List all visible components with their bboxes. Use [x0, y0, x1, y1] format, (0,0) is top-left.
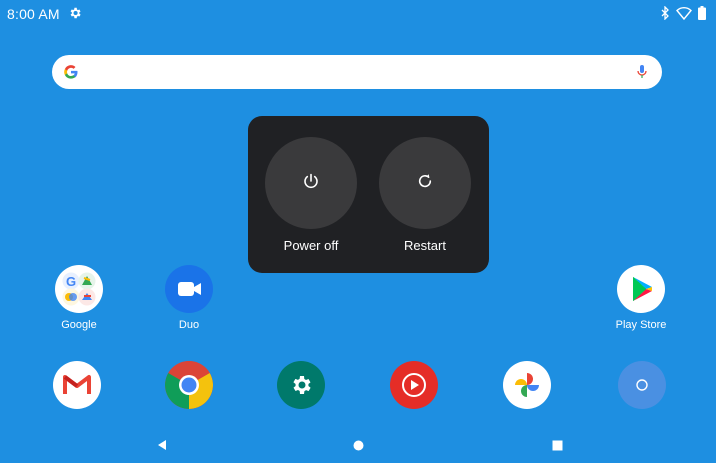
- battery-icon: [698, 6, 706, 20]
- dock-settings[interactable]: [265, 361, 337, 409]
- bluetooth-icon: [660, 6, 670, 20]
- app-label: Duo: [178, 319, 200, 331]
- gmail-icon: [53, 361, 101, 409]
- status-time: 8:00 AM: [7, 6, 60, 22]
- youtube-music-icon: [390, 361, 438, 409]
- app-google-folder[interactable]: G Google: [43, 265, 115, 331]
- power-off-label: Power off: [283, 238, 339, 253]
- settings-icon: [277, 361, 325, 409]
- photos-icon: [503, 361, 551, 409]
- recents-icon[interactable]: [552, 438, 563, 456]
- status-icons: [660, 6, 706, 20]
- google-search-bar[interactable]: [52, 55, 662, 89]
- chrome-icon: [165, 361, 213, 409]
- duo-icon: [165, 265, 213, 313]
- navigation-bar: [0, 430, 716, 463]
- status-bar: 8:00 AM: [0, 0, 716, 28]
- mic-icon[interactable]: [636, 64, 648, 80]
- app-duo[interactable]: Duo: [153, 265, 225, 331]
- app-play-store[interactable]: Play Store: [605, 265, 677, 331]
- restart-button[interactable]: [379, 137, 471, 229]
- app-drawer-icon: [618, 361, 666, 409]
- back-icon[interactable]: [157, 438, 167, 456]
- dock-youtube-music[interactable]: [378, 361, 450, 409]
- play-store-icon: [617, 265, 665, 313]
- restart-label: Restart: [404, 238, 446, 253]
- dock-photos[interactable]: [491, 361, 563, 409]
- google-folder-icon: G: [55, 265, 103, 313]
- dock-chrome[interactable]: [153, 361, 225, 409]
- power-icon: [302, 172, 320, 195]
- wifi-icon: [676, 6, 692, 20]
- home-icon[interactable]: [353, 438, 364, 456]
- app-label: Google: [61, 319, 97, 331]
- app-label: Play Store: [615, 319, 667, 331]
- dock-gmail[interactable]: [41, 361, 113, 409]
- svg-text:G: G: [66, 274, 76, 289]
- restart-icon: [416, 172, 434, 195]
- dock-app-drawer[interactable]: [606, 361, 678, 409]
- google-g-logo: [63, 64, 79, 80]
- power-menu-dialog: Power off Restart: [248, 116, 489, 273]
- settings-gear-icon: [68, 6, 82, 20]
- power-off-button[interactable]: [265, 137, 357, 229]
